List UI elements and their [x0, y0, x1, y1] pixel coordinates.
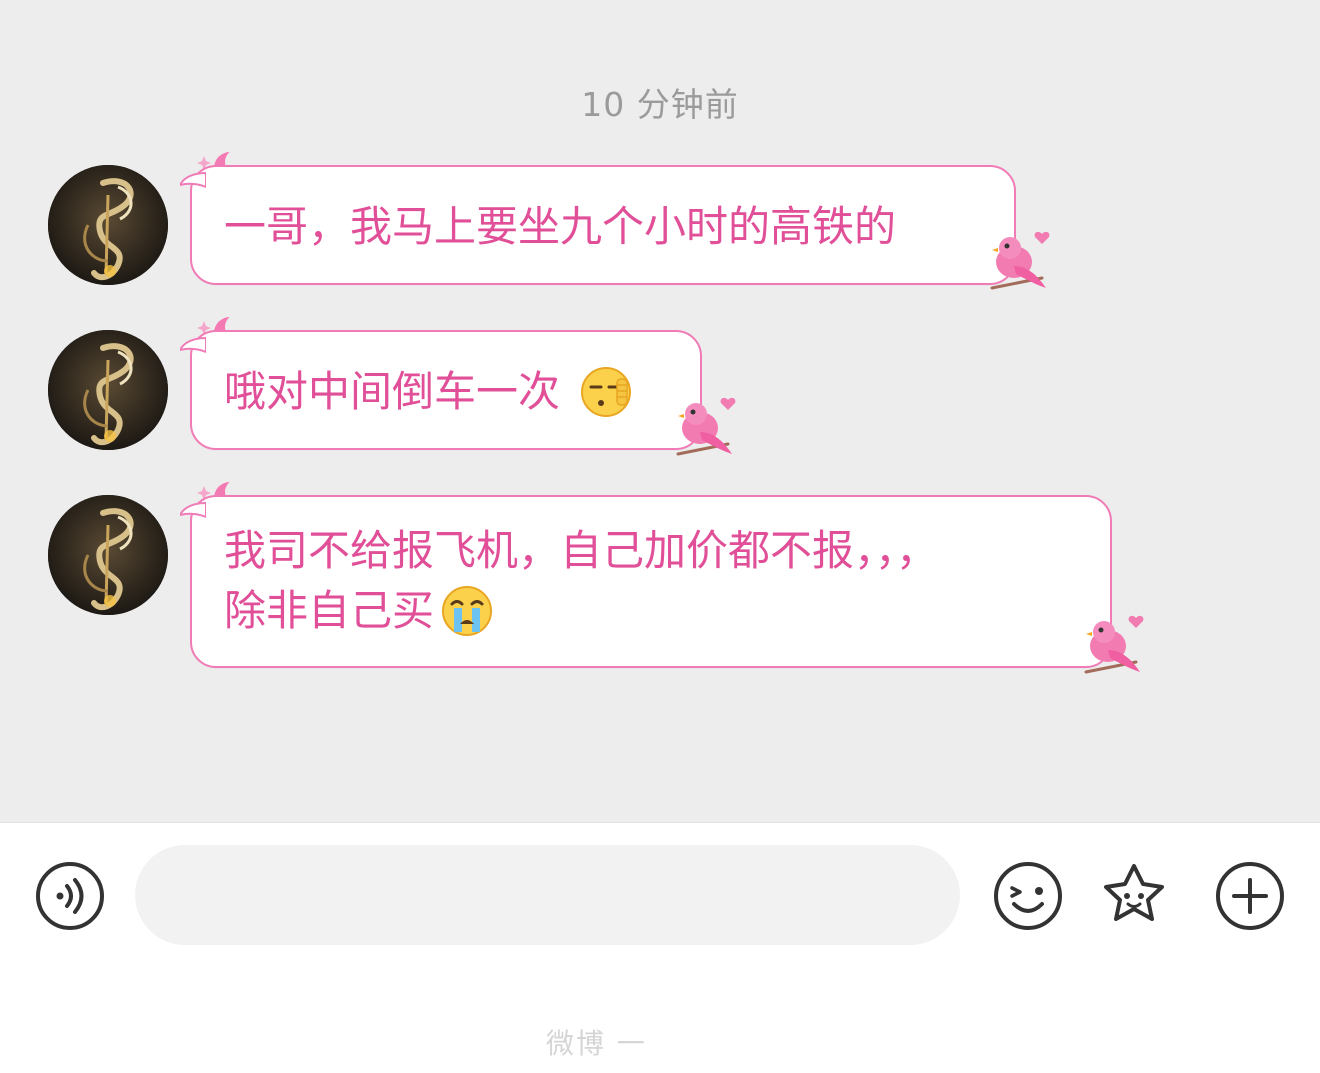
- pink-bird-decoration-icon: [676, 397, 736, 456]
- sender-avatar[interactable]: [48, 495, 168, 615]
- message-timestamp: 10 分钟前: [581, 85, 739, 124]
- plus-circle-icon[interactable]: [1214, 860, 1286, 932]
- voice-wave-icon[interactable]: [34, 860, 106, 932]
- pink-bird-decoration-icon: [990, 231, 1050, 290]
- watermark: 微博 一: [546, 1027, 647, 1060]
- chat-area: 10 分钟前 一哥，我马上要坐九个小时的高铁的 哦对中间倒车一次 我司不给报飞机…: [0, 0, 1320, 822]
- star-face-icon[interactable]: [1098, 860, 1170, 932]
- crying-face-emoji-icon: [442, 585, 493, 636]
- sender-avatar[interactable]: [48, 330, 168, 450]
- message-text: 一哥，我马上要坐九个小时的高铁的: [224, 202, 897, 251]
- sender-avatar[interactable]: [48, 165, 168, 285]
- message-text-line-2-text: 除非自己买: [224, 586, 435, 635]
- shush-face-emoji-icon: [581, 366, 632, 417]
- message-input[interactable]: [135, 845, 960, 945]
- wink-face-icon[interactable]: [992, 860, 1064, 932]
- pink-bird-decoration-icon: [1084, 615, 1144, 674]
- message-text-line-1: 我司不给报飞机，自己加价都不报，，，: [224, 526, 939, 575]
- message-bubble[interactable]: 哦对中间倒车一次: [180, 330, 702, 450]
- message-bubble[interactable]: 我司不给报飞机，自己加价都不报，，， 除非自己买: [180, 495, 1112, 668]
- message-text-line-2: 除非自己买: [224, 581, 1076, 641]
- message-bubble[interactable]: 一哥，我马上要坐九个小时的高铁的: [180, 165, 1016, 285]
- message-text: 哦对中间倒车一次: [224, 367, 561, 416]
